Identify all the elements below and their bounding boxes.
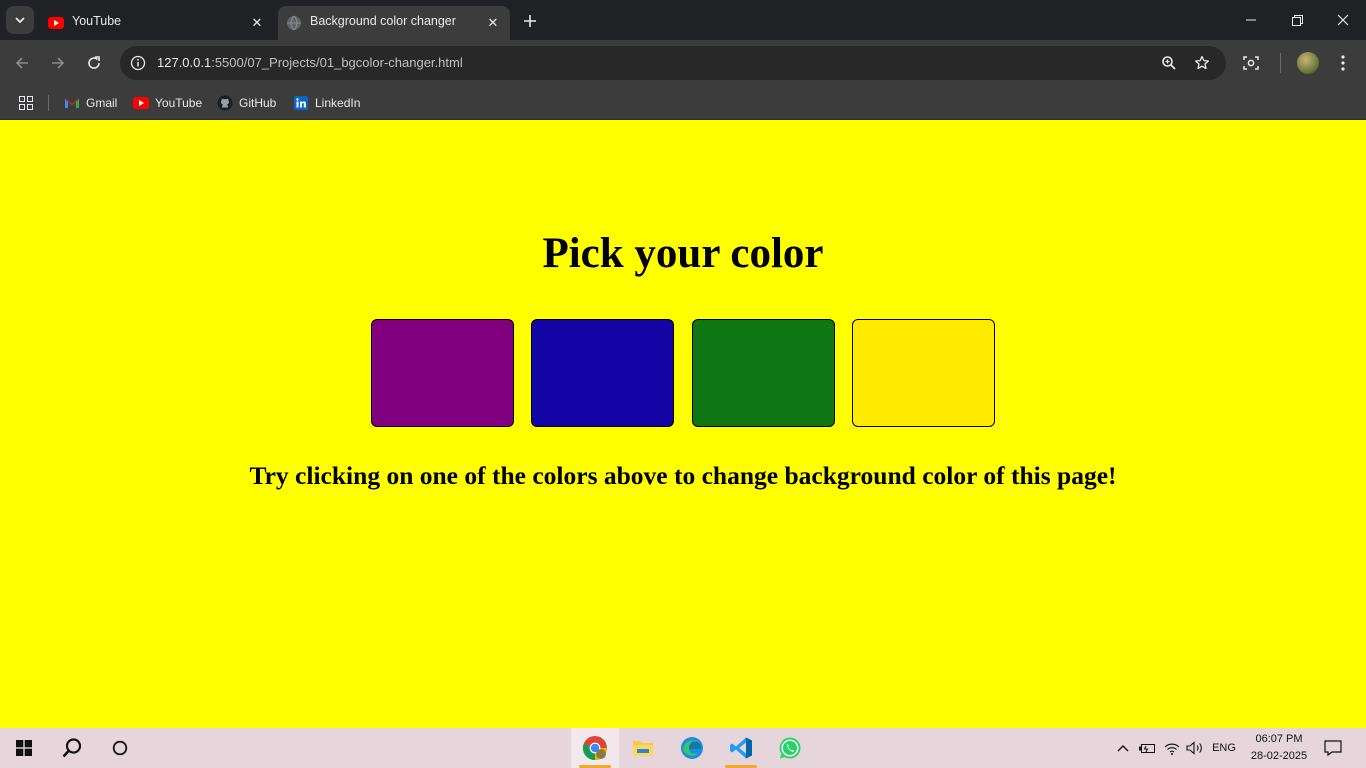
- chevron-up-icon: [1117, 745, 1129, 752]
- apps-grid-icon[interactable]: [16, 93, 36, 113]
- youtube-icon: [133, 95, 149, 111]
- reload-icon: [88, 56, 100, 69]
- clock-date: 28-02-2025: [1250, 750, 1308, 762]
- restore-icon: [1291, 14, 1303, 26]
- taskbar-file-explorer[interactable]: [619, 728, 667, 768]
- bookmark-gmail[interactable]: Gmail: [64, 93, 117, 113]
- windows-taskbar: ENG 06:07 PM 28-02-2025: [0, 728, 1366, 768]
- system-clock[interactable]: 06:07 PM 28-02-2025: [1244, 731, 1314, 765]
- bookmark-label: GitHub: [239, 96, 277, 110]
- swatch-purple[interactable]: [371, 319, 514, 427]
- url-host: 127.0.0.1: [157, 55, 212, 70]
- language-indicator[interactable]: ENG: [1208, 728, 1240, 768]
- volume-icon[interactable]: [1184, 728, 1206, 768]
- minimize-icon: [1246, 19, 1256, 21]
- tab-title: YouTube: [72, 14, 122, 28]
- arrow-right-icon: [52, 57, 65, 69]
- windows-icon: [16, 740, 32, 756]
- more-vertical-icon: [1341, 55, 1345, 71]
- taskbar-edge[interactable]: [668, 728, 716, 768]
- arrow-left-icon: [15, 57, 28, 69]
- restore-button[interactable]: [1274, 0, 1320, 40]
- reload-button[interactable]: [80, 49, 108, 77]
- cortana-button[interactable]: [96, 728, 144, 768]
- gmail-icon: [64, 95, 80, 111]
- bookmark-youtube[interactable]: YouTube: [133, 93, 202, 113]
- vscode-icon: [730, 737, 752, 759]
- tab-youtube[interactable]: YouTube ✕: [40, 6, 274, 40]
- page-content: Pick your color Try clicking on one of t…: [0, 121, 1366, 728]
- close-icon: [1337, 14, 1349, 26]
- close-icon[interactable]: ✕: [484, 14, 502, 32]
- taskbar-vscode[interactable]: [717, 728, 765, 768]
- notification-icon: [1324, 740, 1342, 756]
- bookmark-linkedin[interactable]: LinkedIn: [293, 93, 360, 113]
- bookmarks-divider: [48, 95, 49, 111]
- address-bar[interactable]: 127.0.0.1:5500/07_Projects/01_bgcolor-ch…: [120, 46, 1226, 80]
- back-button[interactable]: [8, 49, 36, 77]
- bookmarks-bar: Gmail YouTube GitHub LinkedIn: [0, 86, 1366, 120]
- swatch-blue[interactable]: [531, 319, 674, 427]
- zoom-icon[interactable]: [1159, 53, 1179, 73]
- profile-avatar[interactable]: [1297, 52, 1319, 74]
- bookmark-label: LinkedIn: [315, 96, 361, 110]
- github-icon: [217, 95, 233, 111]
- chevron-down-icon: [15, 17, 25, 24]
- linkedin-icon: [293, 95, 309, 111]
- taskbar-chrome[interactable]: [571, 728, 619, 768]
- bookmark-star-icon[interactable]: [1192, 53, 1212, 73]
- chrome-icon: [582, 736, 607, 761]
- cortana-icon: [112, 740, 128, 756]
- clock-time: 06:07 PM: [1255, 733, 1303, 745]
- tab-strip: YouTube ✕ Background color changer ✕: [0, 0, 1366, 40]
- site-info-icon[interactable]: [128, 53, 148, 73]
- globe-icon: [286, 15, 302, 31]
- bookmark-label: YouTube: [155, 96, 203, 110]
- edge-icon: [681, 737, 703, 759]
- bookmark-github[interactable]: GitHub: [217, 93, 276, 113]
- tab-title: Background color changer: [310, 14, 456, 28]
- plus-icon: [524, 15, 536, 27]
- minimize-button[interactable]: [1228, 0, 1274, 40]
- close-icon[interactable]: ✕: [248, 14, 266, 32]
- tab-search-button[interactable]: [6, 6, 34, 34]
- file-explorer-icon: [633, 741, 653, 756]
- browser-toolbar: 127.0.0.1:5500/07_Projects/01_bgcolor-ch…: [0, 40, 1366, 86]
- search-icon: [62, 738, 82, 758]
- menu-button[interactable]: [1329, 49, 1357, 77]
- screenshot-lens-button[interactable]: [1237, 49, 1265, 77]
- search-button[interactable]: [48, 728, 96, 768]
- new-tab-button[interactable]: [518, 9, 542, 33]
- tab-background-color-changer[interactable]: Background color changer ✕: [278, 6, 510, 40]
- taskbar-whatsapp[interactable]: [766, 728, 814, 768]
- lens-icon: [1243, 56, 1259, 70]
- page-heading: Pick your color: [542, 230, 824, 277]
- url-path: :5500/07_Projects/01_bgcolor-changer.htm…: [211, 55, 463, 70]
- url-text: 127.0.0.1:5500/07_Projects/01_bgcolor-ch…: [157, 55, 463, 70]
- youtube-icon: [48, 15, 64, 31]
- battery-icon[interactable]: [1136, 728, 1158, 768]
- instruction-text: Try clicking on one of the colors above …: [249, 461, 1117, 490]
- start-button[interactable]: [0, 728, 48, 768]
- swatch-green[interactable]: [692, 319, 835, 427]
- close-window-button[interactable]: [1320, 0, 1366, 40]
- notifications-button[interactable]: [1320, 728, 1346, 768]
- toolbar-divider: [1280, 53, 1281, 73]
- whatsapp-icon: [779, 737, 801, 759]
- show-hidden-icons-button[interactable]: [1112, 728, 1134, 768]
- forward-button[interactable]: [44, 49, 72, 77]
- wifi-icon[interactable]: [1161, 728, 1183, 768]
- swatch-yellow[interactable]: [852, 319, 995, 427]
- bookmark-label: Gmail: [86, 96, 118, 110]
